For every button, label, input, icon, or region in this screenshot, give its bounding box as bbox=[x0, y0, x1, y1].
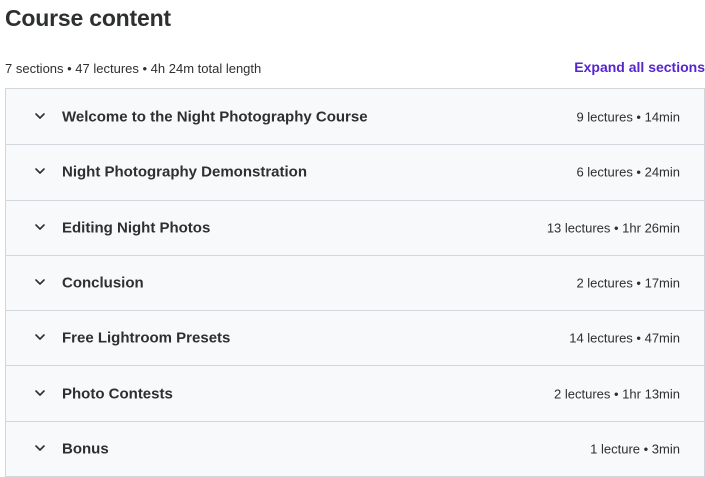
section-header-welcome[interactable]: Welcome to the Night Photography Course … bbox=[6, 89, 704, 145]
section-header-presets[interactable]: Free Lightroom Presets 14 lectures • 47m… bbox=[6, 310, 704, 366]
curriculum-sections: Welcome to the Night Photography Course … bbox=[5, 88, 705, 477]
course-summary: 7 sections • 47 lectures • 4h 24m total … bbox=[5, 61, 262, 76]
section-title: Welcome to the Night Photography Course bbox=[62, 108, 368, 126]
chevron-down-icon bbox=[35, 168, 45, 175]
section-header-demonstration[interactable]: Night Photography Demonstration 6 lectur… bbox=[6, 144, 704, 200]
page-title: Course content bbox=[5, 5, 171, 31]
chevron-down-icon bbox=[35, 112, 45, 119]
section-info: 6 lectures • 24min bbox=[576, 164, 680, 180]
section-info: 2 lectures • 17min bbox=[576, 275, 680, 291]
section-info: 1 lecture • 3min bbox=[590, 441, 680, 457]
chevron-down-icon bbox=[35, 279, 45, 285]
section-title: Free Lightroom Presets bbox=[62, 329, 231, 347]
section-title: Conclusion bbox=[62, 274, 144, 292]
section-title: Night Photography Demonstration bbox=[62, 163, 307, 181]
chevron-down-icon bbox=[35, 223, 45, 230]
course-meta-row: 7 sections • 47 lectures • 4h 24m total … bbox=[5, 59, 705, 79]
section-header-editing[interactable]: Editing Night Photos 13 lectures • 1hr 2… bbox=[6, 199, 704, 255]
section-header-conclusion[interactable]: Conclusion 2 lectures • 17min bbox=[6, 254, 704, 311]
section-info: 9 lectures • 14min bbox=[576, 109, 680, 125]
section-header-bonus[interactable]: Bonus 1 lecture • 3min bbox=[6, 420, 704, 477]
section-info: 13 lectures • 1hr 26min bbox=[546, 220, 680, 236]
chevron-down-icon bbox=[35, 334, 45, 341]
section-info: 14 lectures • 47min bbox=[569, 330, 680, 346]
expand-all-sections-button[interactable]: Expand all sections bbox=[574, 58, 705, 76]
chevron-down-icon bbox=[35, 389, 45, 396]
section-title: Editing Night Photos bbox=[62, 219, 211, 237]
section-info: 2 lectures • 1hr 13min bbox=[554, 386, 680, 402]
section-title: Photo Contests bbox=[62, 385, 173, 403]
section-header-contests[interactable]: Photo Contests 2 lectures • 1hr 13min bbox=[6, 365, 704, 421]
chevron-down-icon bbox=[35, 445, 45, 451]
section-title: Bonus bbox=[62, 440, 109, 458]
